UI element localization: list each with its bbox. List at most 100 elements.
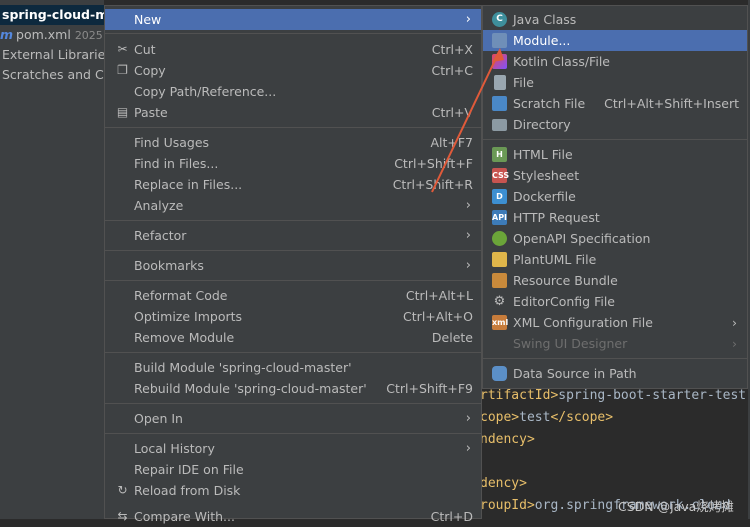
submenu-item-dockerfile[interactable]: D Dockerfile [483, 186, 747, 207]
submenu-item-module[interactable]: Module... [483, 30, 747, 51]
menu-item-label: Cut [134, 42, 156, 57]
menu-item-label: Find in Files... [134, 156, 219, 171]
tree-item-label: spring-cloud-ma [2, 7, 106, 22]
menu-separator [105, 220, 481, 221]
menu-item-local-history[interactable]: Local History › [105, 438, 481, 459]
menu-item-open-in[interactable]: Open In › [105, 408, 481, 429]
code-tag: rtifactId> [480, 388, 559, 403]
clipboard-icon: ▤ [116, 105, 129, 119]
menu-separator [483, 358, 747, 359]
submenu-item-directory[interactable]: Directory [483, 114, 747, 135]
plantuml-icon [492, 252, 507, 267]
menu-item-compare-with[interactable]: ⇆ Compare With... Ctrl+D [105, 506, 481, 527]
submenu-item-kotlin[interactable]: Kotlin Class/File [483, 51, 747, 72]
menu-item-label: Build Module 'spring-cloud-master' [134, 360, 352, 375]
submenu-item-editorconfig[interactable]: ⚙ EditorConfig File [483, 291, 747, 312]
tree-item-pom[interactable]: m pom.xml 2025 [0, 25, 104, 45]
submenu-item-label: Scratch File [513, 96, 586, 111]
menu-item-shortcut: Ctrl+Shift+F9 [386, 381, 473, 396]
menu-item-label: Analyze [134, 198, 184, 213]
gear-icon: ⚙ [493, 294, 506, 309]
menu-separator [105, 433, 481, 434]
annotation-arrow [431, 48, 504, 193]
submenu-item-java-class[interactable]: C Java Class [483, 9, 747, 30]
code-text: spring-boot-starter-test [558, 388, 747, 403]
menu-item-label: Optimize Imports [134, 309, 243, 324]
chevron-right-icon: › [732, 336, 737, 351]
menu-item-new[interactable]: New › [105, 9, 481, 30]
tree-item-date: 2025 [74, 29, 103, 42]
menu-separator [105, 250, 481, 251]
tree-item-label: pom.xml [16, 27, 71, 42]
submenu-item-openapi[interactable]: OpenAPI Specification [483, 228, 747, 249]
submenu-item-http-request[interactable]: API HTTP Request [483, 207, 747, 228]
project-tree: spring-cloud-ma m pom.xml 2025 External Li… [0, 0, 106, 519]
submenu-item-label: Module... [513, 33, 571, 48]
submenu-item-label: Resource Bundle [513, 273, 618, 288]
openapi-icon [492, 231, 507, 246]
menu-item-shortcut: Ctrl+Alt+L [405, 288, 473, 303]
menu-item-reformat-code[interactable]: Reformat Code Ctrl+Alt+L [105, 285, 481, 306]
submenu-item-shortcut: Ctrl+Alt+Shift+Insert [604, 96, 739, 111]
chevron-right-icon: › [465, 228, 471, 243]
submenu-item-label: XML Configuration File [513, 315, 653, 330]
copy-icon: ❐ [117, 63, 128, 77]
menu-item-label: Paste [134, 105, 168, 120]
menu-item-shortcut: Delete [431, 330, 473, 345]
menu-separator [105, 280, 481, 281]
tree-item-external-libraries[interactable]: External Libraries [0, 45, 106, 65]
submenu-item-label: HTTP Request [513, 210, 600, 225]
menu-item-label: Copy [134, 63, 166, 78]
submenu-item-html-file[interactable]: H HTML File [483, 144, 747, 165]
submenu-item-stylesheet[interactable]: CSS Stylesheet [483, 165, 747, 186]
menu-item-repair-ide[interactable]: Repair IDE on File [105, 459, 481, 480]
menu-separator [105, 33, 481, 34]
code-tag: roupId> [480, 498, 535, 513]
submenu-item-data-source[interactable]: Data Source in Path [483, 363, 747, 384]
menu-item-label: Reload from Disk [134, 483, 241, 498]
tree-item-scratches[interactable]: Scratches and Co [0, 65, 106, 85]
submenu-item-label: HTML File [513, 147, 573, 162]
submenu-item-label: PlantUML File [513, 252, 597, 267]
menu-item-label: Remove Module [134, 330, 235, 345]
menu-item-reload-from-disk[interactable]: ↻ Reload from Disk [105, 480, 481, 501]
menu-separator [483, 139, 747, 140]
submenu-item-scratch-file[interactable]: Scratch File Ctrl+Alt+Shift+Insert [483, 93, 747, 114]
menu-item-bookmarks[interactable]: Bookmarks › [105, 255, 481, 276]
submenu-item-resource-bundle[interactable]: Resource Bundle [483, 270, 747, 291]
menu-item-label: Copy Path/Reference... [134, 84, 277, 99]
menu-item-remove-module[interactable]: Remove Module Delete [105, 327, 481, 348]
submenu-item-label: Kotlin Class/File [513, 54, 610, 69]
api-icon: API [492, 210, 507, 225]
menu-item-label: Refactor [134, 228, 187, 243]
submenu-item-swing-ui[interactable]: Swing UI Designer › [483, 333, 747, 354]
submenu-item-label: Stylesheet [513, 168, 580, 183]
code-line: cope>test</scope> [480, 407, 613, 429]
watermark: CSDN @java烧烤摊 [618, 499, 734, 514]
submenu-item-file[interactable]: File [483, 72, 747, 93]
menu-item-label: Local History [134, 441, 215, 456]
code-tag: dency> [480, 476, 527, 491]
menu-item-label: Find Usages [134, 135, 210, 150]
java-class-icon: C [492, 12, 507, 27]
tree-item-project-root[interactable]: spring-cloud-ma [0, 5, 106, 25]
code-tag: ndency> [480, 432, 535, 447]
menu-item-label: Compare With... [134, 509, 235, 524]
menu-item-rebuild-module[interactable]: Rebuild Module 'spring-cloud-master' Ctrl… [105, 378, 481, 399]
submenu-item-label: File [513, 75, 534, 90]
code-tag: </scope> [550, 410, 614, 425]
tree-item-label: External Libraries [2, 47, 106, 62]
submenu-item-plantuml[interactable]: PlantUML File [483, 249, 747, 270]
new-submenu: C Java Class Module... Kotlin Class/File … [482, 5, 748, 389]
menu-item-optimize-imports[interactable]: Optimize Imports Ctrl+Alt+O [105, 306, 481, 327]
code-text: test [519, 410, 551, 425]
chevron-right-icon: › [732, 315, 737, 330]
submenu-item-xml-config[interactable]: xml XML Configuration File › [483, 312, 747, 333]
chevron-right-icon: › [465, 411, 471, 426]
menu-item-build-module[interactable]: Build Module 'spring-cloud-master' [105, 357, 481, 378]
menu-item-refactor[interactable]: Refactor › [105, 225, 481, 246]
submenu-item-label: EditorConfig File [513, 294, 615, 309]
menu-item-label: Repair IDE on File [134, 462, 244, 477]
scissors-icon: ✂ [117, 42, 128, 56]
menu-item-label: Open In [134, 411, 183, 426]
